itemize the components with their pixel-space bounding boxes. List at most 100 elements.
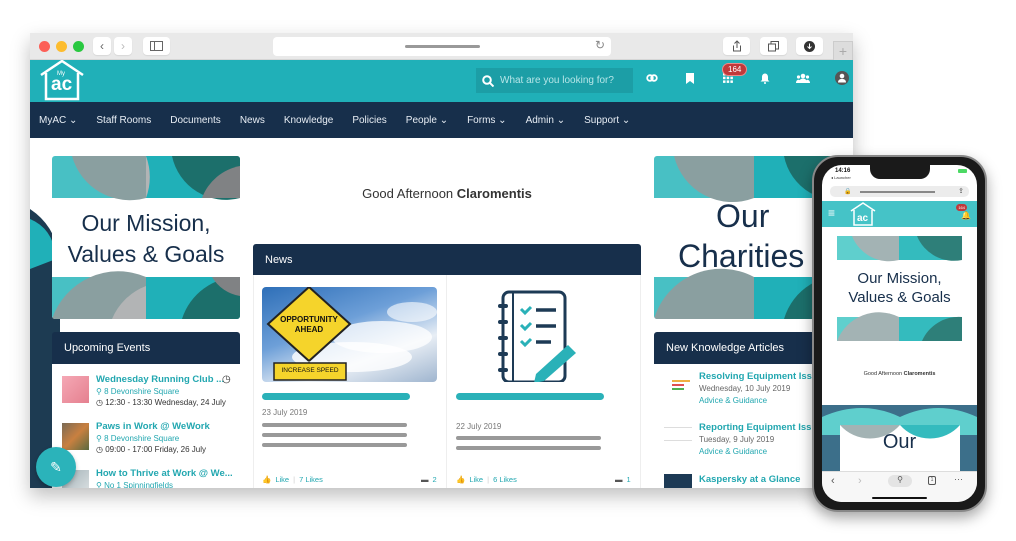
article-title[interactable]: Resolving Equipment Issues xyxy=(699,371,828,382)
news-image-checklist[interactable] xyxy=(456,287,631,384)
hamburger-menu-icon[interactable]: ≡ xyxy=(828,206,835,220)
nav-item-myac[interactable]: MyAC ⌄ xyxy=(39,115,77,126)
map-pin-icon: ⚲ xyxy=(96,387,105,396)
phone-more-icon[interactable]: ··· xyxy=(954,474,963,484)
event-title[interactable]: Paws in Work @ WeWork xyxy=(96,421,210,432)
phone-notification-badge[interactable]: 164 xyxy=(956,204,967,211)
news-title-redacted[interactable] xyxy=(262,393,410,400)
nav-item-news[interactable]: News xyxy=(240,115,265,126)
tabs-button[interactable] xyxy=(760,37,787,55)
bookmark-icon[interactable] xyxy=(682,73,698,87)
comments-count: 1 xyxy=(626,475,631,484)
user-avatar-icon[interactable] xyxy=(834,71,850,88)
nav-item-people[interactable]: People ⌄ xyxy=(406,115,448,126)
nav-item-staff-rooms[interactable]: Staff Rooms xyxy=(96,115,151,126)
forward-button[interactable]: › xyxy=(114,37,132,55)
phone-back-icon[interactable]: ‹ xyxy=(831,475,835,487)
sign-text-bottom: AHEAD xyxy=(294,325,324,334)
sidebar-toggle-button[interactable] xyxy=(143,37,170,55)
likes-count[interactable]: 7 Likes xyxy=(299,475,323,484)
logo-ac-text: ac xyxy=(51,74,73,95)
maximize-window-button[interactable] xyxy=(73,41,84,52)
news-date: 22 July 2019 xyxy=(456,422,502,431)
news-title: News xyxy=(265,253,293,266)
phone-forward-icon[interactable]: › xyxy=(858,475,862,487)
event-time-text: 09:00 - 17:00 Friday, 26 July xyxy=(105,445,206,454)
map-pin-icon: ⚲ xyxy=(96,434,105,443)
search-input[interactable]: What are you looking for? xyxy=(476,68,633,93)
knowledge-articles-title: New Knowledge Articles xyxy=(666,342,785,354)
chevron-right-icon: › xyxy=(121,39,125,53)
checklist-notebook-icon xyxy=(498,290,576,384)
nav-item-documents[interactable]: Documents xyxy=(170,115,221,126)
mission-values-goals-banner[interactable]: Our Mission, Values & Goals xyxy=(52,156,240,319)
comments[interactable]: ▬ 2 xyxy=(421,475,437,484)
minimize-window-button[interactable] xyxy=(56,41,67,52)
nav-item-admin[interactable]: Admin ⌄ xyxy=(526,115,566,126)
svg-text:ac: ac xyxy=(857,213,869,224)
nav-item-policies[interactable]: Policies xyxy=(352,115,386,126)
article-thumbnail xyxy=(664,374,692,394)
back-button[interactable]: ‹ xyxy=(93,37,111,55)
share-icon xyxy=(732,40,741,52)
clock-icon: ◷ xyxy=(96,445,106,454)
article-title[interactable]: Kaspersky at a Glance xyxy=(699,474,800,485)
phone-back-app[interactable]: ◂ Launcher xyxy=(831,175,851,180)
bell-icon[interactable]: 🔔 xyxy=(961,211,971,220)
close-window-button[interactable] xyxy=(39,41,50,52)
event-time-text: 12:30 - 13:30 Wednesday, 24 July xyxy=(105,398,226,407)
house-logo-icon[interactable]: ac xyxy=(850,202,876,226)
event-location: ⚲ 8 Devonshire Square xyxy=(96,434,179,443)
article-thumbnail xyxy=(664,427,692,441)
phone-greeting-name: Claromentis xyxy=(903,371,936,377)
article-category[interactable]: Advice & Guidance xyxy=(699,447,767,456)
groups-icon[interactable] xyxy=(795,73,811,86)
sign-plate-text: INCREASE SPEED xyxy=(281,367,339,374)
myac-logo[interactable]: My ac xyxy=(39,59,85,107)
phone-tabs-icon[interactable]: 1 xyxy=(928,476,936,485)
mission-line-2: Values & Goals xyxy=(67,241,225,267)
reload-icon[interactable]: ↻ xyxy=(595,38,605,52)
chevron-left-icon: ‹ xyxy=(100,39,104,53)
thumbs-up-icon: 👍 xyxy=(262,475,272,484)
share-icon[interactable]: ⇪ xyxy=(958,187,964,195)
new-tab-button[interactable]: + xyxy=(833,41,853,61)
nav-item-support[interactable]: Support ⌄ xyxy=(584,115,630,126)
phone-search-icon[interactable]: ⚲ xyxy=(888,475,912,487)
article-title[interactable]: Reporting Equipment Issues xyxy=(699,422,828,433)
news-image-opportunity[interactable]: OPPORTUNITY AHEAD INCREASE SPEED xyxy=(262,287,437,382)
phone-url-text xyxy=(860,191,935,193)
phone-charities-banner[interactable]: Our xyxy=(822,405,977,475)
news-card-footer: 👍 Like | 7 Likes xyxy=(262,475,323,484)
like-button[interactable]: Like xyxy=(275,475,289,484)
downloads-button[interactable] xyxy=(796,37,823,55)
nav-item-forms[interactable]: Forms ⌄ xyxy=(467,115,507,126)
notification-badge[interactable]: 164 xyxy=(722,63,748,76)
like-button[interactable]: Like xyxy=(469,475,483,484)
article-category[interactable]: Advice & Guidance xyxy=(699,396,767,405)
comments-count: 2 xyxy=(432,475,437,484)
edit-fab-button[interactable]: ✎ xyxy=(36,447,76,487)
news-title-redacted[interactable] xyxy=(456,393,604,400)
sign-text-top: OPPORTUNITY xyxy=(280,315,338,324)
phone-address-bar[interactable]: 🔒 ⇪ xyxy=(830,186,969,197)
comments[interactable]: ▬ 1 xyxy=(615,475,631,484)
phone-mission-banner[interactable]: Our Mission, Values & Goals xyxy=(837,236,962,341)
nav-item-knowledge[interactable]: Knowledge xyxy=(284,115,333,126)
browser-toolbar: ‹ › ↻ + xyxy=(30,33,853,61)
bell-icon[interactable] xyxy=(757,73,773,87)
upcoming-events-header: Upcoming Events xyxy=(52,332,240,364)
event-title[interactable]: How to Thrive at Work @ We... xyxy=(96,468,233,479)
event-time: ◷ 09:00 - 17:00 Friday, 26 July xyxy=(96,445,206,454)
likes-count[interactable]: 6 Likes xyxy=(493,475,517,484)
event-location-text: No 1 Spinningfields xyxy=(104,481,174,488)
address-bar[interactable]: ↻ xyxy=(273,37,611,56)
clock-icon: ◷ xyxy=(96,398,106,407)
phone-mission-line-1: Our Mission, xyxy=(857,270,942,287)
phone-mission-line-2: Values & Goals xyxy=(848,289,951,306)
link-icon[interactable] xyxy=(644,73,660,85)
news-header: News xyxy=(253,244,641,275)
share-button[interactable] xyxy=(723,37,750,55)
event-title[interactable]: Wednesday Running Club ... xyxy=(96,374,224,385)
phone-screen: 14:16 ◂ Launcher 🔒 ⇪ ≡ ac 164 🔔 Our Miss… xyxy=(822,165,977,502)
